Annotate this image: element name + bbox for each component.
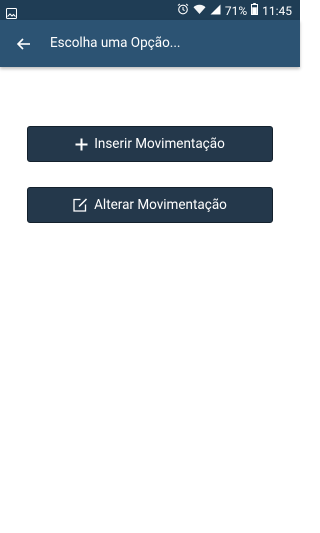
plus-icon — [75, 138, 88, 151]
signal-icon — [210, 4, 221, 18]
status-time: 11:45 — [262, 3, 292, 18]
battery-icon — [251, 3, 259, 18]
edit-icon — [73, 198, 88, 212]
insert-movement-label: Inserir Movimentação — [94, 136, 225, 152]
insert-movement-button[interactable]: Inserir Movimentação — [27, 126, 273, 162]
edit-movement-label: Alterar Movimentação — [94, 197, 227, 213]
back-button[interactable] — [14, 34, 34, 54]
alarm-icon — [177, 3, 189, 18]
edit-movement-button[interactable]: Alterar Movimentação — [27, 187, 273, 223]
status-bar: 71% 11:45 — [0, 0, 300, 20]
battery-percent: 71% — [224, 3, 248, 18]
wifi-icon — [193, 4, 206, 18]
arrow-left-icon — [14, 38, 34, 58]
page-title: Escolha uma Opção... — [50, 35, 181, 51]
app-bar: Escolha uma Opção... — [0, 20, 300, 67]
